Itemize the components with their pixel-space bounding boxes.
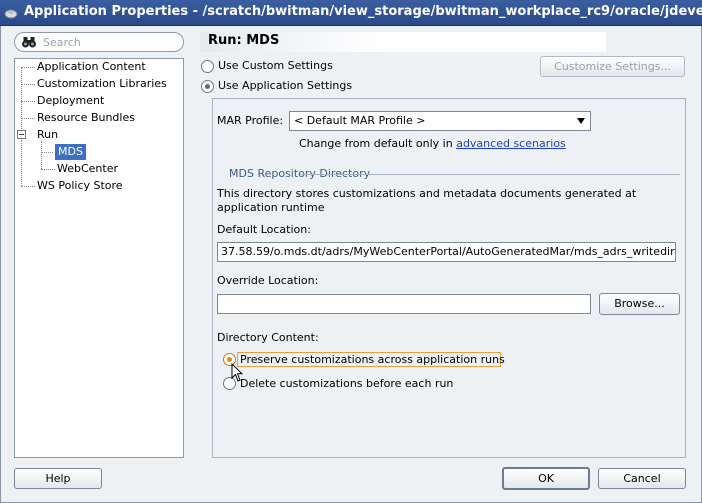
override-location-field[interactable] [217, 294, 591, 314]
page-title: Run: MDS [208, 33, 280, 48]
tree-item-run[interactable]: Run [37, 127, 58, 143]
advanced-scenarios-link[interactable]: advanced scenarios [456, 137, 566, 150]
dropdown-arrow-icon [577, 118, 585, 124]
customize-settings-button[interactable]: Customize Settings... [540, 56, 685, 77]
use-custom-settings-radio[interactable] [201, 60, 214, 73]
tree-connector [21, 118, 35, 119]
tree-item-application-content[interactable]: Application Content [37, 59, 146, 75]
preserve-customizations-label[interactable]: Preserve customizations across applicati… [240, 353, 505, 366]
tree-connector [21, 186, 35, 187]
tree-connector [41, 169, 55, 170]
default-location-label: Default Location: [217, 223, 311, 236]
mouse-pointer-icon [231, 362, 244, 383]
search-box[interactable] [14, 32, 184, 52]
tree-connector [21, 84, 35, 85]
search-input[interactable] [43, 34, 178, 50]
tree-connector [41, 141, 42, 169]
use-application-settings-radio[interactable] [201, 80, 214, 93]
tree-connector [21, 140, 22, 186]
mar-hint: Change from default only in advanced sce… [299, 137, 566, 150]
section-divider [300, 174, 680, 175]
mar-profile-value: < Default MAR Profile > [294, 114, 426, 127]
ok-button[interactable]: OK [502, 467, 590, 490]
delete-customizations-label[interactable]: Delete customizations before each run [240, 377, 453, 390]
application-icon [3, 5, 19, 21]
use-custom-settings-label[interactable]: Use Custom Settings [218, 59, 333, 72]
override-location-label: Override Location: [217, 274, 319, 287]
directory-content-label: Directory Content: [217, 331, 319, 344]
tree-item-customization-libraries[interactable]: Customization Libraries [37, 76, 167, 92]
cancel-button[interactable]: Cancel [598, 468, 686, 489]
tree-item-deployment[interactable]: Deployment [37, 93, 104, 109]
tree-connector [21, 67, 35, 68]
tree-item-resource-bundles[interactable]: Resource Bundles [37, 110, 135, 126]
window-title: Application Properties - /scratch/bwitma… [24, 4, 702, 19]
binoculars-icon [21, 35, 37, 49]
tree-item-mds[interactable]: MDS [55, 144, 86, 160]
browse-button[interactable]: Browse... [599, 293, 680, 315]
tree-connector [41, 152, 53, 153]
repository-description-line2: application runtime [217, 201, 325, 214]
tree-item-webcenter[interactable]: WebCenter [57, 161, 118, 177]
repository-description-line1: This directory stores customizations and… [217, 187, 637, 200]
default-location-field[interactable]: 37.58.59/o.mds.dt/adrs/MyWebCenterPortal… [217, 242, 676, 262]
mar-hint-text: Change from default only in [299, 137, 453, 150]
tree-connector [21, 101, 35, 102]
tree-item-ws-policy-store[interactable]: WS Policy Store [37, 178, 123, 194]
mar-profile-label: MAR Profile: [217, 114, 284, 127]
use-application-settings-label[interactable]: Use Application Settings [218, 79, 352, 92]
help-button[interactable]: Help [14, 468, 102, 489]
navigation-tree: Application Content Customization Librar… [14, 58, 184, 458]
collapse-toggle-icon[interactable] [17, 130, 26, 139]
mar-profile-select[interactable]: < Default MAR Profile > [289, 111, 591, 131]
